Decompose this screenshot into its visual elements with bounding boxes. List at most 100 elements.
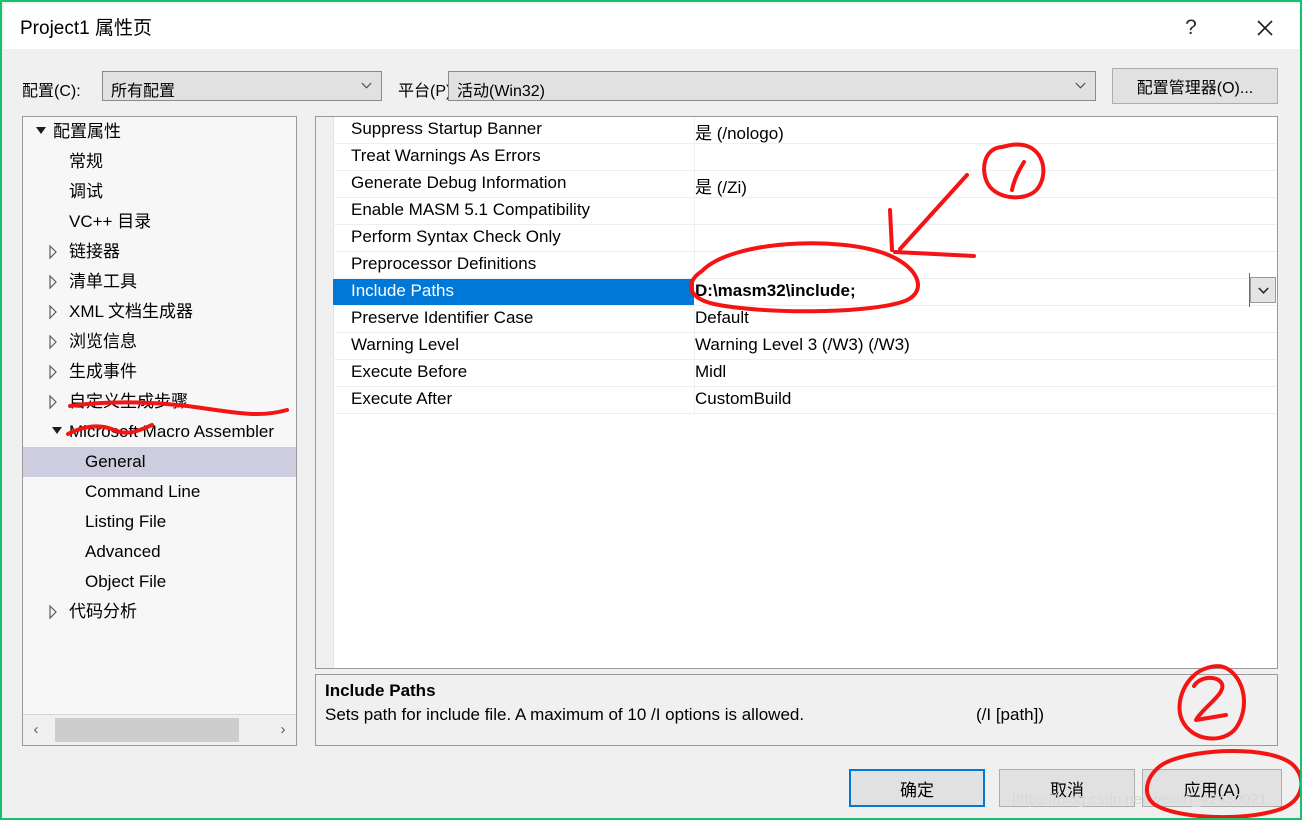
value-dropdown-button[interactable] xyxy=(1250,277,1276,303)
grid-property-value[interactable]: CustomBuild xyxy=(695,389,791,409)
grid-row[interactable]: Include Paths D:\masm32\include; xyxy=(333,279,1277,306)
configuration-label: 配置(C): xyxy=(22,83,81,100)
tree-item-label: 常规 xyxy=(69,152,103,171)
grid-row[interactable]: Perform Syntax Check Only xyxy=(333,225,1277,252)
expander-collapsed-icon[interactable] xyxy=(47,597,69,627)
grid-row[interactable]: Treat Warnings As Errors xyxy=(333,144,1277,171)
tree-scroll-area: 配置属性常规调试 VC++ 目录 链接器清单工具 XML 文档生成器浏览信息生成事件自… xyxy=(23,117,296,714)
grid-property-name: Preserve Identifier Case xyxy=(351,308,534,327)
tree-item-label: 浏览信息 xyxy=(69,332,137,351)
triangle-right-icon xyxy=(49,394,57,410)
grid-row[interactable]: Suppress Startup Banner 是 (/nologo) xyxy=(333,117,1277,144)
grid-property-name: Generate Debug Information xyxy=(351,173,567,192)
tree-item-[interactable]: 清单工具 xyxy=(23,267,296,297)
tree-item-[interactable]: 自定义生成步骤 xyxy=(23,387,296,417)
grid-property-value[interactable]: 是 (/Zi) xyxy=(695,173,747,198)
grid-property-name: Enable MASM 5.1 Compatibility xyxy=(351,200,591,219)
grid-column-divider xyxy=(694,252,695,278)
title-bar: Project1 属性页 ? xyxy=(4,4,1300,49)
grid-property-name: Perform Syntax Check Only xyxy=(351,227,561,246)
scroll-left-arrow-icon[interactable]: ‹ xyxy=(23,715,49,745)
tree-item-vc[interactable]: VC++ 目录 xyxy=(23,207,296,237)
triangle-right-icon xyxy=(49,274,57,290)
ok-button[interactable]: 确定 xyxy=(849,769,985,807)
grid-gutter xyxy=(316,117,334,668)
grid-row[interactable]: Warning Level Warning Level 3 (/W3) (/W3) xyxy=(333,333,1277,360)
grid-property-value[interactable]: D:\masm32\include; xyxy=(695,281,856,301)
triangle-right-icon xyxy=(49,364,57,380)
expander-collapsed-icon[interactable] xyxy=(47,267,69,297)
grid-property-value[interactable]: Midl xyxy=(695,362,726,382)
expander-collapsed-icon[interactable] xyxy=(47,237,69,267)
grid-row[interactable]: Execute Before Midl xyxy=(333,360,1277,387)
tree-item-label: VC++ 目录 xyxy=(69,212,152,231)
tree-item-label: Advanced xyxy=(85,542,161,561)
platform-value: 活动(Win32) xyxy=(457,83,546,100)
help-button[interactable]: ? xyxy=(1168,6,1214,48)
grid-row[interactable]: Preserve Identifier Case Default xyxy=(333,306,1277,333)
grid-property-value[interactable]: 是 (/nologo) xyxy=(695,119,784,144)
expander-collapsed-icon[interactable] xyxy=(47,357,69,387)
grid-property-name: Execute Before xyxy=(351,362,468,381)
grid-property-name: Preprocessor Definitions xyxy=(351,254,537,273)
tree-item-[interactable]: 配置属性 xyxy=(23,117,296,147)
expander-expanded-icon[interactable] xyxy=(31,117,53,147)
tree-item-[interactable]: 代码分析 xyxy=(23,597,296,627)
grid-property-value[interactable]: Warning Level 3 (/W3) (/W3) xyxy=(695,335,910,355)
watermark-text: https://blog.csdn.net/weixin_42430021 xyxy=(1012,791,1268,808)
tree-item-command-line[interactable]: Command Line xyxy=(23,477,296,507)
chevron-down-icon xyxy=(1258,287,1269,294)
expander-expanded-icon[interactable] xyxy=(47,417,69,447)
expander-collapsed-icon[interactable] xyxy=(47,297,69,327)
tree-item-xml[interactable]: XML 文档生成器 xyxy=(23,297,296,327)
tree-item-label: General xyxy=(85,452,146,471)
tree-horizontal-scrollbar[interactable]: ‹ › xyxy=(23,714,296,745)
grid-property-value[interactable]: Default xyxy=(695,308,749,328)
tree-item-[interactable]: 浏览信息 xyxy=(23,327,296,357)
grid-property-name: Treat Warnings As Errors xyxy=(351,146,541,165)
tree-item-[interactable]: 常规 xyxy=(23,147,296,177)
grid-property-name: Execute After xyxy=(351,389,453,408)
close-button[interactable] xyxy=(1236,6,1282,48)
tree-item-label: Command Line xyxy=(85,482,201,501)
triangle-down-icon xyxy=(52,427,62,434)
tree-item-label: Microsoft Macro Assembler xyxy=(69,422,274,441)
tree-item-[interactable]: 调试 xyxy=(23,177,296,207)
grid-row[interactable]: Preprocessor Definitions xyxy=(333,252,1277,279)
scrollbar-thumb[interactable] xyxy=(55,718,239,742)
tree-item-label: 生成事件 xyxy=(69,362,137,381)
tree-item-general[interactable]: General xyxy=(23,447,296,477)
tree-item-microsoft-macro-assembler[interactable]: Microsoft Macro Assembler xyxy=(23,417,296,447)
configuration-manager-button[interactable]: 配置管理器(O)... xyxy=(1112,68,1278,104)
configuration-combo[interactable]: 所有配置 xyxy=(102,71,382,101)
window-title: Project1 属性页 xyxy=(20,18,152,39)
grid-column-divider xyxy=(694,144,695,170)
tree-item-object-file[interactable]: Object File xyxy=(23,567,296,597)
expander-collapsed-icon[interactable] xyxy=(47,327,69,357)
scroll-right-arrow-icon[interactable]: › xyxy=(270,715,296,745)
description-title: Include Paths xyxy=(325,681,436,700)
expander-collapsed-icon[interactable] xyxy=(47,387,69,417)
expander-spacer xyxy=(47,207,69,237)
platform-combo[interactable]: 活动(Win32) xyxy=(448,71,1096,101)
grid-row[interactable]: Generate Debug Information 是 (/Zi) xyxy=(333,171,1277,198)
tree-item-[interactable]: 生成事件 xyxy=(23,357,296,387)
tree-item-listing-file[interactable]: Listing File xyxy=(23,507,296,537)
tree-item-label: Listing File xyxy=(85,512,167,531)
configuration-tree: 配置属性常规调试 VC++ 目录 链接器清单工具 XML 文档生成器浏览信息生成事件自… xyxy=(22,116,297,746)
tree-item-[interactable]: 链接器 xyxy=(23,237,296,267)
configuration-value: 所有配置 xyxy=(111,83,176,100)
question-mark-icon: ? xyxy=(1185,16,1197,39)
tree-item-label: 配置属性 xyxy=(53,122,121,141)
triangle-right-icon xyxy=(49,304,57,320)
tree-item-label: 链接器 xyxy=(69,242,120,261)
tree-item-advanced[interactable]: Advanced xyxy=(23,537,296,567)
description-body: Sets path for include file. A maximum of… xyxy=(325,705,805,724)
grid-row[interactable]: Enable MASM 5.1 Compatibility xyxy=(333,198,1277,225)
triangle-right-icon xyxy=(49,604,57,620)
tree-item-label: 自定义生成步骤 xyxy=(69,392,188,411)
triangle-right-icon xyxy=(49,244,57,260)
tree-item-label: Object File xyxy=(85,572,167,591)
grid-row[interactable]: Execute After CustomBuild xyxy=(333,387,1277,414)
tree-item-label: 清单工具 xyxy=(69,272,137,291)
